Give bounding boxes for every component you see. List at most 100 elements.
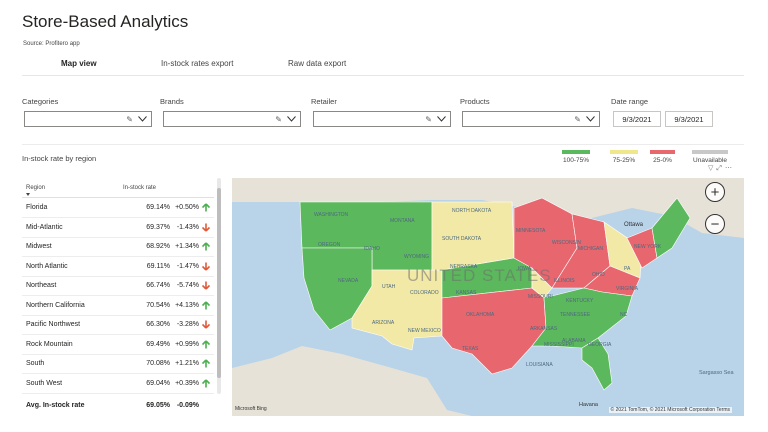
tab-bar: Map view In-stock rates export Raw data … [22,56,744,76]
map-label-missouri: MISSOURI [528,294,553,300]
date-end-input[interactable]: 9/3/2021 [665,111,713,127]
row-region: Mid-Atlantic [26,223,63,231]
tab-raw-data-export[interactable]: Raw data export [288,59,346,68]
more-options-icon[interactable]: ⋯ [725,165,735,172]
arrow-down-icon [202,262,210,271]
legend-label: Unavailable [693,157,727,164]
zoom-out-button[interactable]: − [705,214,725,234]
row-change: +0.99% [175,340,199,348]
arrow-up-icon [202,378,210,387]
map-label-idaho: IDAHO [364,246,380,252]
total-label: Avg. In-stock rate [26,402,85,409]
mexico-landmass [232,346,472,416]
map-label-colorado: COLORADO [410,290,439,296]
arrow-down-icon [202,320,210,329]
region-map[interactable]: UNITED STATES WASHINGTON OREGON IDAHO MO… [232,178,744,416]
map-label-north-dakota: NORTH DAKOTA [452,208,492,214]
row-rate: 68.92% [146,243,170,250]
table-row[interactable]: Midwest 68.92% +1.34% [22,238,214,257]
map-label-louisiana: LOUISIANA [526,362,553,368]
filters-divider [22,144,744,145]
scrollbar-thumb[interactable] [217,188,221,378]
row-rate: 69.04% [146,379,170,387]
map-label-kansas: KANSAS [456,290,477,296]
map-label-washington: WASHINGTON [314,212,349,218]
row-change: +4.13% [175,301,199,309]
tab-in-stock-rates-export[interactable]: In-stock rates export [161,59,233,68]
tab-map-view[interactable]: Map view [61,59,97,68]
legend-swatch [562,150,590,154]
legend-item-unavailable: Unavailable [692,150,728,164]
row-region: South [26,360,45,367]
categories-label: Categories [22,97,59,106]
table-row[interactable]: Mid-Atlantic 69.37% -1.43% [22,219,214,238]
table-scrollbar[interactable] [217,178,221,394]
legend-item-medium: 75-25% [610,150,638,164]
retailer-dropdown[interactable]: ✎ [313,111,451,127]
table-row[interactable]: Rock Mountain 69.49% +0.99% [22,336,214,355]
arrow-up-icon [202,300,210,309]
column-header-region[interactable]: Region [26,185,45,191]
total-change: -0.09% [176,402,199,409]
products-dropdown[interactable]: ✎ [462,111,600,127]
arrow-down-icon [202,281,210,290]
clear-selection-icon[interactable]: ✎ [275,115,282,124]
row-region: Rock Mountain [26,340,73,348]
table-row[interactable]: Pacific Northwest 66.30% -3.28% [22,316,214,335]
row-change: +1.21% [175,360,199,367]
row-region: South West [26,379,63,387]
map-label-arkansas: ARKANSAS [530,326,558,332]
table-row[interactable]: South 70.08% +1.21% [22,355,214,374]
table-row[interactable]: Florida 69.14% +0.50% [22,199,214,218]
arrow-up-icon [202,359,210,368]
map-label-kentucky: KENTUCKY [566,298,594,304]
page-title: Store-Based Analytics [22,12,189,31]
map-label-minnesota: MINNESOTA [516,228,546,234]
legend-item-high: 100-75% [562,150,590,164]
map-label-oklahoma: OKLAHOMA [466,312,495,318]
map-label-illinois: ILLINOIS [554,278,575,284]
chevron-down-icon [586,116,595,122]
row-change: -1.47% [176,262,199,270]
clear-selection-icon[interactable]: ✎ [126,115,133,124]
date-start-input[interactable]: 9/3/2021 [613,111,661,127]
table-row[interactable]: Northern California 70.54% +4.13% [22,297,214,316]
row-rate: 69.37% [146,223,170,231]
visual-header-icons: ▽⤢⋯ [708,164,735,173]
row-rate: 69.14% [146,204,170,211]
map-label-new-mexico: NEW MEXICO [408,328,441,334]
map-label-iowa: IOWA [518,266,532,272]
categories-dropdown[interactable]: ✎ [24,111,152,127]
legend-label: 25-0% [653,157,672,164]
focus-mode-icon[interactable]: ⤢ [716,165,725,172]
map-attribution[interactable]: © 2021 TomTom, © 2021 Microsoft Corporat… [608,407,732,413]
column-header-in-stock-rate[interactable]: In-stock rate [123,185,156,191]
row-rate: 69.11% [146,262,170,270]
map-label-south-dakota: SOUTH DAKOTA [442,236,482,242]
brands-dropdown[interactable]: ✎ [163,111,301,127]
zoom-in-button[interactable]: + [705,182,725,202]
arrow-up-icon [202,339,210,348]
row-region: Pacific Northwest [26,321,81,328]
clear-selection-icon[interactable]: ✎ [425,115,432,124]
map-label-nebraska: NEBRASKA [450,264,478,270]
map-label-ottawa: Ottawa [624,222,644,228]
row-region: Northern California [26,301,85,309]
map-label-utah: UTAH [382,284,396,290]
table-row[interactable]: Northeast 66.74% -5.74% [22,277,214,296]
chevron-down-icon [437,116,446,122]
date-range-label: Date range [611,97,649,106]
map-label-arizona: ARIZONA [372,320,395,326]
map-label-ohio: OHIO [592,272,605,278]
row-region: Florida [26,204,48,211]
table-row[interactable]: North Atlantic 69.11% -1.47% [22,258,214,277]
chevron-down-icon [287,116,296,122]
clear-selection-icon[interactable]: ✎ [574,115,581,124]
row-change: +0.39% [175,379,199,387]
arrow-down-icon [202,223,210,232]
chevron-down-icon [138,116,147,122]
retailer-label: Retailer [311,97,337,106]
map-label-nevada: NEVADA [338,278,359,284]
map-label-georgia: GEORGIA [588,342,612,348]
table-row[interactable]: South West 69.04% +0.39% [22,375,214,394]
